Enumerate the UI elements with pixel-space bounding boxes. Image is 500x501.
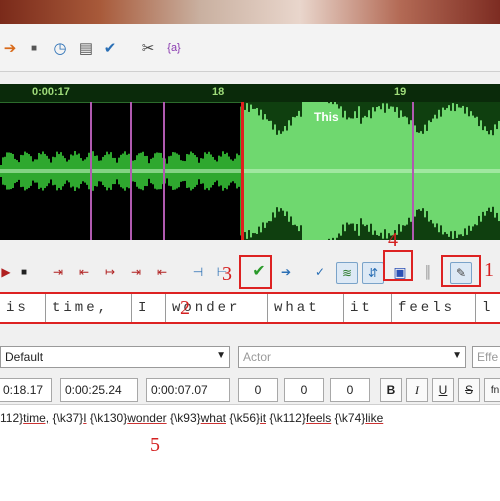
- ruler-time-label: 18: [212, 86, 225, 98]
- style-value: Default: [5, 350, 44, 364]
- karaoke-marker: [90, 102, 92, 240]
- margin-right-value: 0: [300, 383, 308, 397]
- karaoke-marker: [130, 102, 132, 240]
- stop-icon[interactable]: ■: [24, 38, 44, 58]
- playback-cursor: [241, 102, 244, 240]
- play-end-icon[interactable]: ⇤: [74, 262, 94, 282]
- spellcheck-icon[interactable]: ✔: [100, 38, 120, 58]
- audio-waveform[interactable]: 0:00:17 18 19 This: [0, 84, 500, 240]
- karaoke-tag: {\k112}: [266, 411, 306, 425]
- audio-controls: ▶ ■ ⇥ ⇤ ↦ ⇥ ⇤ ⊣ ⊢ ✔ ➔ ✓ ≋ ⇵ ▣ ║ ✎ 3 4 1: [0, 230, 500, 290]
- style-select[interactable]: Default ▼: [0, 346, 230, 368]
- play-begin-icon[interactable]: ⇥: [48, 262, 68, 282]
- karaoke-tag: {\k56}: [226, 411, 261, 425]
- syllable-cell[interactable]: l: [476, 294, 500, 322]
- margin-left-field[interactable]: 0: [238, 378, 278, 402]
- auto-scroll-icon[interactable]: ⇵: [362, 262, 384, 284]
- syllable-cell[interactable]: feels: [392, 294, 476, 322]
- arrow-right-icon[interactable]: ➔: [0, 38, 20, 58]
- start-time-field[interactable]: 0:18.17: [0, 378, 52, 402]
- tools-icon[interactable]: ✂: [138, 38, 158, 58]
- next-line-icon[interactable]: ➔: [276, 262, 296, 282]
- callout-number: 3: [222, 263, 232, 285]
- document-icon[interactable]: ▤: [76, 38, 96, 58]
- karaoke-marker: [163, 102, 165, 240]
- chevron-down-icon[interactable]: ▼: [452, 350, 462, 361]
- automation-icon[interactable]: {a}: [164, 38, 184, 58]
- clock-icon[interactable]: ◷: [50, 38, 70, 58]
- karaoke-marker: [412, 102, 414, 240]
- karaoke-tag: {\k37}: [49, 411, 84, 425]
- stop-button[interactable]: ■: [14, 262, 34, 282]
- play-after-icon[interactable]: ⇥: [126, 262, 146, 282]
- syllable-cell[interactable]: time,: [46, 294, 132, 322]
- karaoke-mode-icon[interactable]: ≋: [336, 262, 358, 284]
- karaoke-tag: {\k130}: [86, 411, 128, 425]
- italic-button[interactable]: I: [406, 378, 428, 402]
- margin-vertical-field[interactable]: 0: [330, 378, 370, 402]
- chevron-down-icon[interactable]: ▼: [216, 350, 226, 361]
- karaoke-tag: 112}: [0, 411, 24, 425]
- play-to-end-icon[interactable]: ⇤: [152, 262, 172, 282]
- duration-value: 0:00:07.07: [151, 383, 208, 397]
- callout-box-commit: [239, 255, 272, 289]
- karaoke-text-line: 112}time, {\k37}I {\k130}wonder {\k93}wh…: [0, 411, 383, 425]
- window-title-strip: [0, 0, 500, 24]
- play-before-icon[interactable]: ↦: [100, 262, 120, 282]
- split-icon[interactable]: ║: [418, 262, 438, 282]
- margin-vertical-value: 0: [346, 383, 354, 397]
- margin-left-value: 0: [254, 383, 262, 397]
- end-time-value: 0:00:25.24: [65, 383, 122, 397]
- callout-box-video: [383, 250, 413, 281]
- syllable-cell[interactable]: is: [0, 294, 46, 322]
- karaoke-word: what: [200, 411, 226, 425]
- syllable-cell[interactable]: it: [344, 294, 392, 322]
- waveform-syllable-label: This: [314, 110, 339, 124]
- effect-placeholder: Effe: [477, 350, 499, 364]
- margin-right-field[interactable]: 0: [284, 378, 324, 402]
- duration-field[interactable]: 0:00:07.07: [146, 378, 230, 402]
- karaoke-syllable-bar[interactable]: is time, Iwonder what it feels l: [0, 292, 500, 324]
- main-toolbar: ➔ ■ ◷ ▤ ✔ ✂ {a}: [0, 24, 500, 72]
- callout-number: 5: [150, 434, 160, 456]
- goto-start-icon[interactable]: ⊣: [188, 262, 208, 282]
- karaoke-tag: {\k93}: [166, 411, 201, 425]
- karaoke-word: like: [365, 411, 384, 425]
- ruler-time-label: 19: [394, 86, 407, 98]
- callout-box-karaoke: [441, 255, 481, 287]
- callout-number: 2: [180, 297, 190, 319]
- subtitle-text-area[interactable]: 112}time, {\k37}I {\k130}wonder {\k93}wh…: [0, 404, 500, 501]
- karaoke-word: wonder: [127, 411, 167, 425]
- font-button[interactable]: fn: [484, 378, 500, 402]
- actor-placeholder: Actor: [243, 350, 272, 364]
- strikeout-button[interactable]: S: [458, 378, 480, 402]
- karaoke-word: time,: [23, 411, 50, 425]
- bold-button[interactable]: B: [380, 378, 402, 402]
- syllable-cell[interactable]: what: [268, 294, 344, 322]
- ruler-time-label: 0:00:17: [32, 86, 70, 98]
- start-time-value: 0:18.17: [3, 383, 44, 397]
- time-ruler: 0:00:17 18 19: [0, 84, 500, 103]
- actor-select[interactable]: Actor ▼: [238, 346, 466, 368]
- spectrum-icon[interactable]: ✓: [310, 262, 330, 282]
- end-time-field[interactable]: 0:00:25.24: [60, 378, 138, 402]
- effect-select[interactable]: Effe: [472, 346, 500, 368]
- waveform-graph: [0, 102, 500, 240]
- callout-number: 1: [484, 259, 494, 281]
- underline-button[interactable]: U: [432, 378, 454, 402]
- waveform-centerline: [0, 169, 500, 173]
- callout-number: 4: [388, 229, 398, 251]
- syllable-cell[interactable]: I: [132, 294, 166, 322]
- karaoke-tag: {\k74}: [331, 411, 366, 425]
- karaoke-word: feels: [305, 411, 332, 425]
